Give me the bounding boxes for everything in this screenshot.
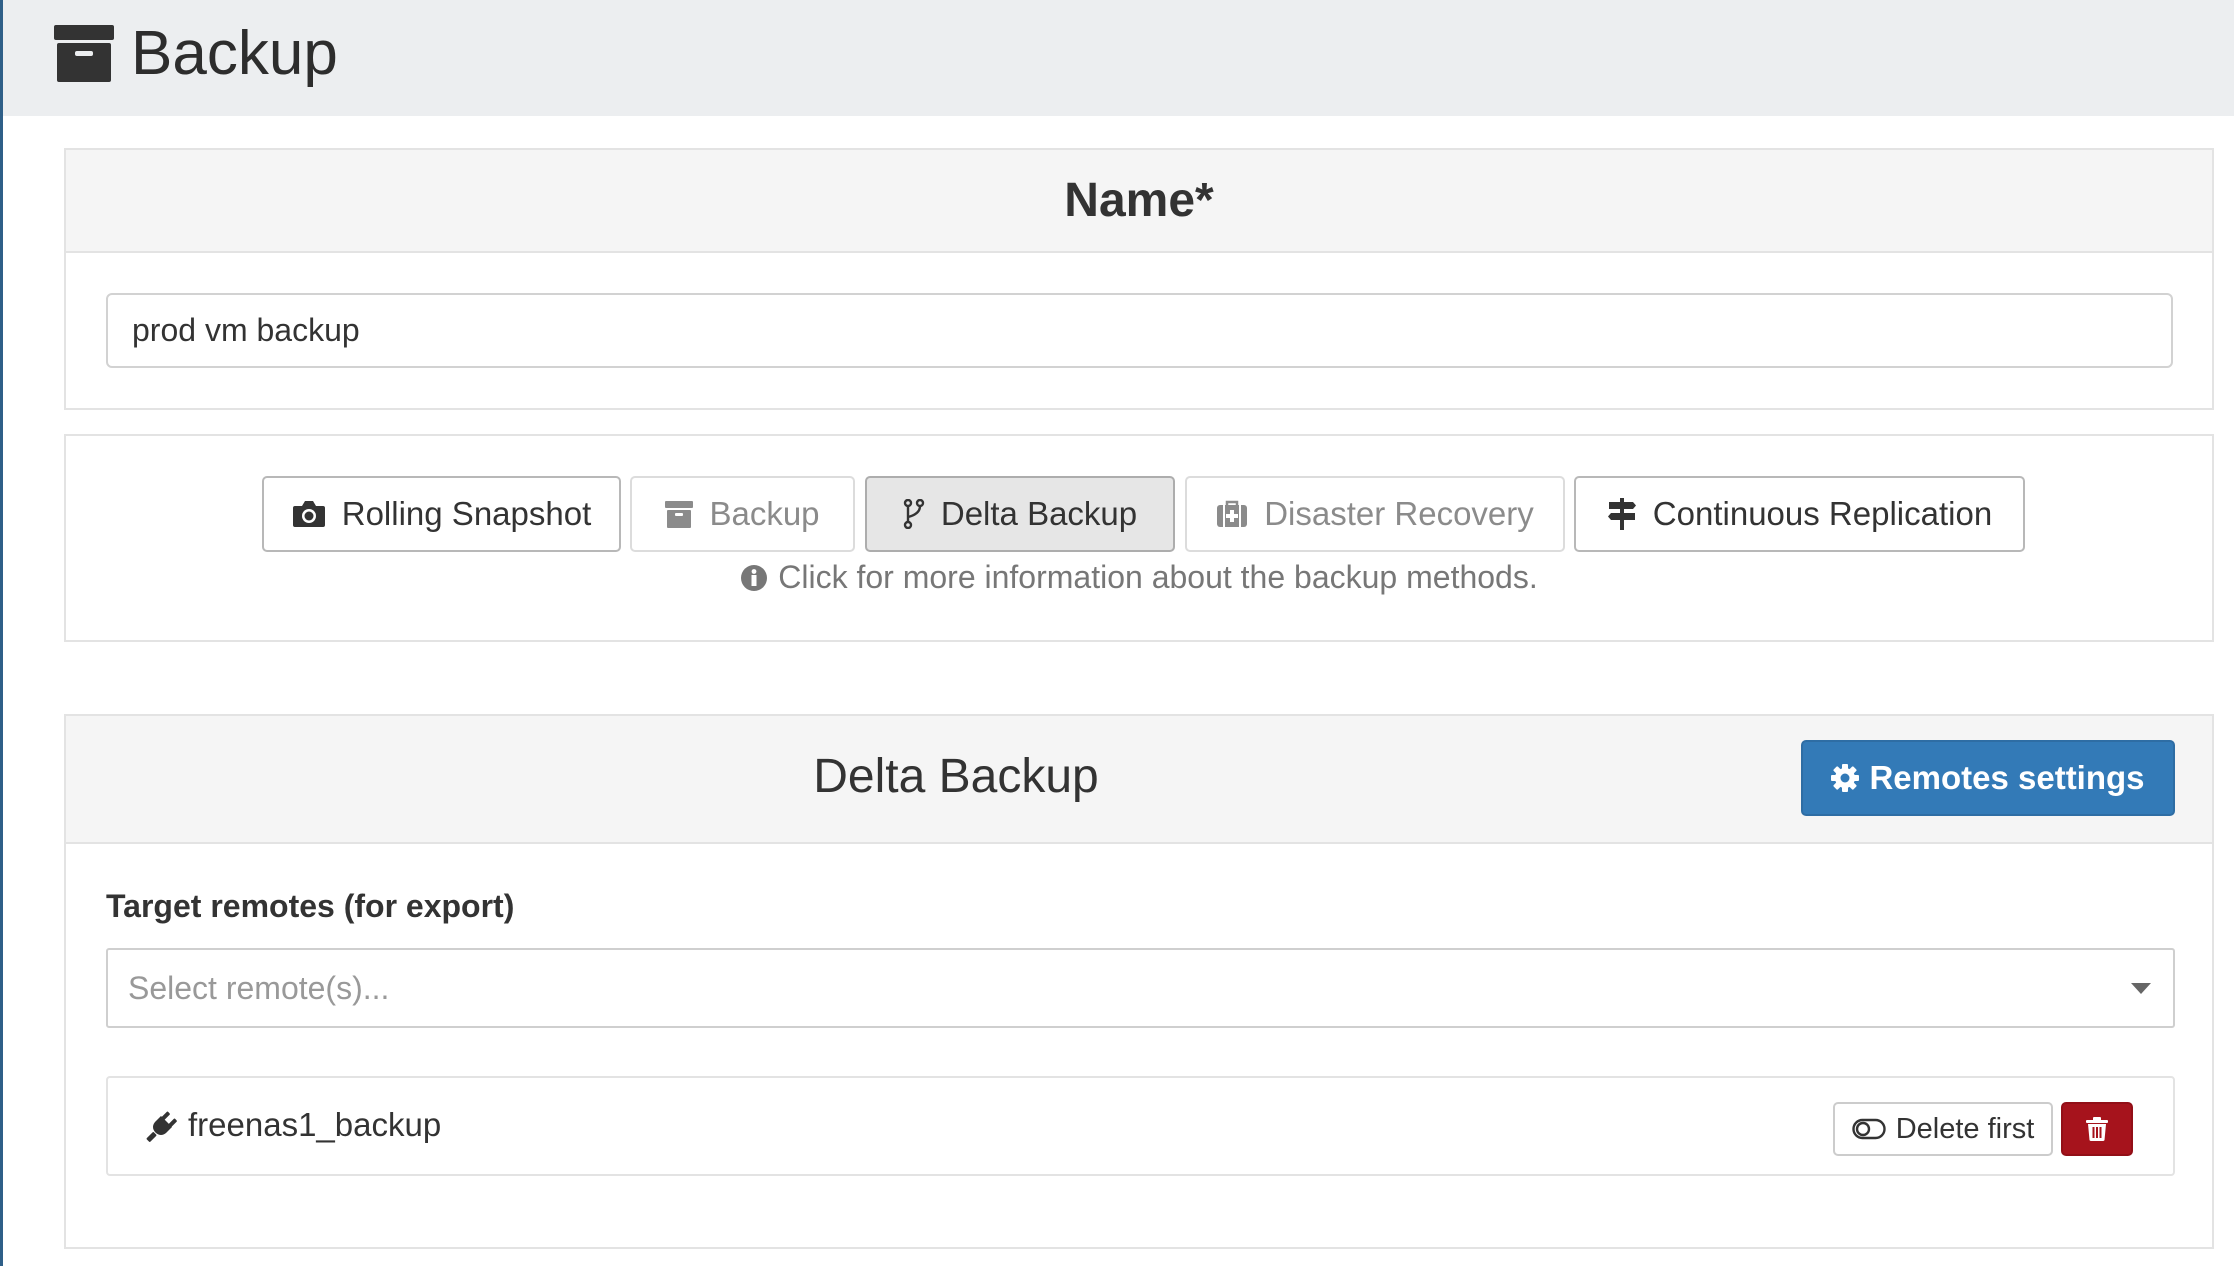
backup-methods-help-text: Click for more information about the bac… <box>778 559 1538 595</box>
gear-icon <box>1831 764 1860 792</box>
info-icon <box>741 564 768 591</box>
plug-icon <box>146 1111 177 1142</box>
remote-name: freenas1_backup <box>188 1106 442 1143</box>
code-fork-icon <box>903 499 925 529</box>
backup-mode-panel: Rolling Snapshot Backup Delta Backup Dis… <box>64 434 2214 642</box>
name-heading: Name* <box>1064 174 1214 227</box>
delete-first-toggle[interactable]: Delete first <box>1833 1102 2053 1156</box>
delta-backup-button[interactable]: Delta Backup <box>865 476 1175 552</box>
disaster-recovery-button[interactable]: Disaster Recovery <box>1185 476 1565 552</box>
backup-mode-label: Backup <box>709 495 820 532</box>
medkit-icon <box>1217 500 1248 527</box>
remotes-settings-button[interactable]: Remotes settings <box>1801 740 2175 816</box>
remote-select[interactable]: Select remote(s)... <box>106 948 2175 1028</box>
continuous-replication-label: Continuous Replication <box>1652 495 1993 532</box>
delete-first-label: Delete first <box>1895 1112 2035 1145</box>
backup-methods-help[interactable]: Click for more information about the bac… <box>66 559 2212 596</box>
name-input[interactable] <box>106 293 2173 368</box>
archive-icon <box>665 500 694 528</box>
rolling-snapshot-button[interactable]: Rolling Snapshot <box>262 476 621 552</box>
delta-backup-label: Delta Backup <box>940 495 1138 532</box>
delta-backup-heading: Delta Backup <box>813 750 1099 803</box>
trash-icon <box>2086 1117 2108 1141</box>
remote-select-placeholder: Select remote(s)... <box>128 970 390 1006</box>
archive-icon <box>54 25 114 82</box>
delete-remote-button[interactable] <box>2061 1102 2133 1156</box>
name-panel: Name* <box>64 148 2214 410</box>
disaster-recovery-label: Disaster Recovery <box>1264 495 1534 532</box>
left-edge-border <box>0 0 3 1266</box>
signs-icon <box>1607 498 1636 530</box>
target-remotes-label: Target remotes (for export) <box>106 888 515 924</box>
name-panel-header: Name* <box>66 150 2212 253</box>
remotes-settings-label: Remotes settings <box>1869 759 2145 796</box>
remote-list-item: freenas1_backup Delete first <box>106 1076 2175 1176</box>
backup-mode-button[interactable]: Backup <box>630 476 855 552</box>
page-title: Backup <box>131 19 338 88</box>
page-header: Backup <box>3 0 2234 116</box>
dropdown-caret-icon <box>2131 983 2151 994</box>
continuous-replication-button[interactable]: Continuous Replication <box>1574 476 2025 552</box>
camera-icon <box>292 501 325 527</box>
delta-backup-panel: Delta Backup Remotes settings Target rem… <box>64 714 2214 1249</box>
toggle-off-icon <box>1851 1118 1886 1140</box>
rolling-snapshot-label: Rolling Snapshot <box>341 495 592 532</box>
delta-backup-panel-header: Delta Backup Remotes settings <box>66 716 2212 844</box>
